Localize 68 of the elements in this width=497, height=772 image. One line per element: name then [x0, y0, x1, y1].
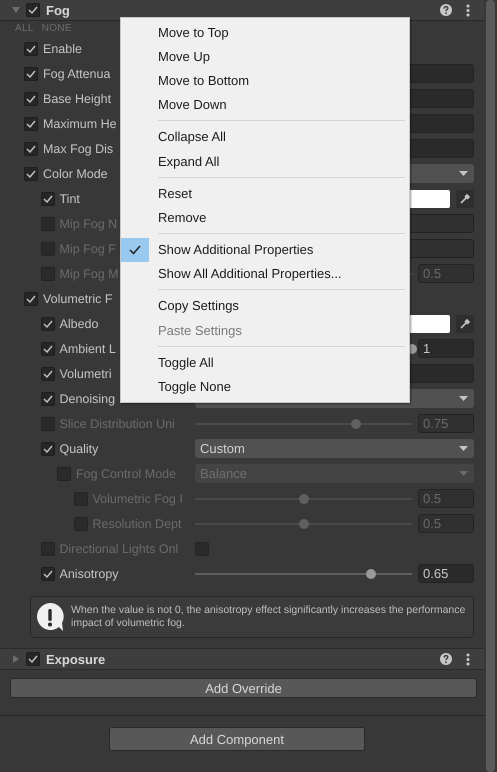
message-text: When the value is not 0, the anisotropy effect significantly increases the performance impact of volumetric fog. [71, 604, 466, 630]
eyedropper-button[interactable] [456, 314, 474, 332]
checkbox[interactable] [26, 3, 40, 17]
menu-item[interactable]: Reset [121, 181, 409, 206]
menu-item[interactable]: Collapse All [121, 124, 409, 149]
property-label: Base Height [43, 92, 112, 106]
eyedropper-button[interactable] [456, 190, 474, 208]
menu-item[interactable]: Remove [121, 205, 409, 230]
dropdown-arrow-icon [459, 396, 468, 401]
checkbox[interactable] [40, 366, 54, 380]
number-field[interactable]: 1 [418, 339, 474, 358]
property-label: Quality [60, 442, 98, 456]
checkbox[interactable] [40, 442, 54, 456]
checkbox[interactable] [24, 116, 38, 130]
menu-item[interactable]: Toggle None [121, 374, 409, 399]
checkbox[interactable] [40, 566, 54, 580]
dropdown-arrow-icon [459, 171, 468, 176]
checkbox[interactable] [40, 392, 54, 406]
checkbox[interactable] [24, 42, 38, 56]
checkbox[interactable] [40, 316, 54, 330]
add-component-button[interactable]: Add Component [109, 727, 365, 751]
checkbox[interactable] [24, 92, 38, 106]
add-override-button[interactable]: Add Override [10, 678, 477, 698]
checkmark-icon [121, 238, 149, 262]
property-label: Volumetri [60, 366, 112, 380]
menu-item[interactable]: Copy Settings [121, 294, 409, 318]
property-label: Max Fog Dis [43, 142, 114, 156]
checkbox[interactable] [24, 142, 38, 156]
property-label: Ambient L [60, 342, 116, 356]
more-options-icon [466, 652, 470, 666]
property-label: Denoising [60, 392, 116, 406]
scrollbar[interactable] [486, 0, 495, 772]
checkbox[interactable] [24, 166, 38, 180]
slider-thumb[interactable] [366, 568, 376, 578]
property-label: Enable [43, 42, 82, 56]
menu-item[interactable]: Expand All [121, 148, 409, 174]
checkbox[interactable] [40, 192, 54, 206]
checkbox[interactable] [24, 292, 38, 306]
checkbox[interactable] [26, 652, 40, 666]
property-label: Volumetric F [43, 292, 112, 306]
property-label: Anisotropy [60, 566, 119, 580]
property-label: Fog Attenua [43, 66, 110, 80]
warning-icon [35, 602, 65, 632]
property-label: Tint [60, 192, 80, 206]
property-label: Albedo [60, 316, 98, 330]
component-title: Fog [46, 2, 70, 18]
dropdown[interactable]: Custom [195, 439, 474, 458]
menu-item[interactable]: Show Additional Properties [121, 238, 409, 262]
eyedropper-icon [459, 318, 471, 330]
eyedropper-icon [459, 192, 471, 204]
property-label: Maximum He [43, 116, 117, 130]
dropdown-arrow-icon [459, 446, 468, 451]
help-icon [440, 4, 452, 16]
component-header[interactable]: Exposure [0, 648, 484, 670]
component-title: Exposure [46, 652, 106, 666]
help-icon [440, 653, 452, 665]
menu-item[interactable]: Move to Bottom [121, 68, 409, 93]
menu-item[interactable]: Toggle All [121, 350, 409, 374]
menu-item[interactable]: Move to Top [121, 20, 409, 44]
menu-item[interactable]: Show All Additional Properties... [121, 262, 409, 286]
checkbox[interactable] [24, 66, 38, 80]
menu-item[interactable]: Move Down [121, 92, 409, 117]
menu-item[interactable]: Move Up [121, 44, 409, 68]
property-label: Color Mode [43, 166, 108, 180]
checkbox[interactable] [40, 342, 54, 356]
dropdown-arrow-icon [459, 471, 468, 476]
number-field[interactable]: 0.65 [418, 564, 474, 583]
more-options-icon [466, 4, 470, 16]
